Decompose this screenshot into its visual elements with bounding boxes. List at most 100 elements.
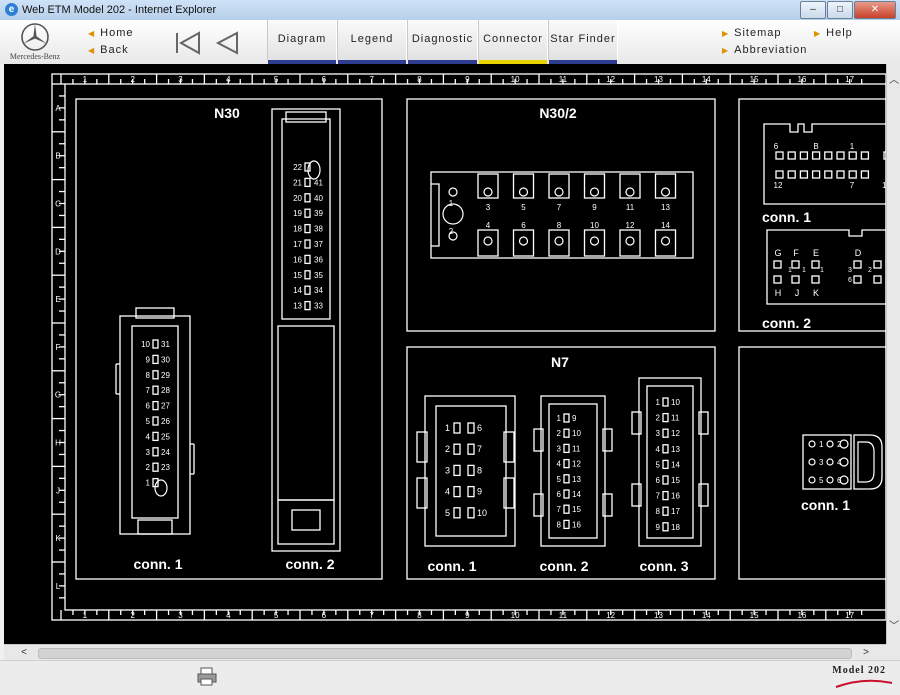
scroll-left-icon[interactable]: < — [16, 646, 32, 660]
first-page-icon[interactable] — [174, 31, 202, 55]
pin-label: 4 — [557, 460, 562, 469]
connector-tab — [137, 519, 173, 535]
pin-hole — [808, 440, 816, 448]
pin-label: 22 — [293, 163, 302, 172]
pin-label: B — [813, 142, 818, 151]
help-link[interactable]: ▶ Help — [814, 27, 853, 39]
scroll-up-icon[interactable]: ︿ — [887, 74, 900, 88]
pin-label: 3 — [848, 267, 852, 274]
tab-legend[interactable]: Legend — [337, 20, 407, 64]
pin-socket — [860, 151, 870, 160]
pin-label: 11 — [572, 444, 581, 453]
pin-label: 15 — [572, 505, 581, 514]
back-link[interactable]: ◀ Back — [88, 44, 129, 56]
pin-socket — [453, 422, 461, 434]
pin-socket — [152, 431, 159, 442]
connector-label: conn. 2 — [762, 315, 811, 331]
pin-socket — [304, 223, 311, 234]
pin-cavity — [548, 173, 570, 199]
connector-outline — [763, 123, 886, 136]
pin-label: 6 — [521, 221, 526, 230]
pin-label: 14 — [572, 490, 581, 499]
pin-socket — [662, 412, 669, 423]
pin-socket — [775, 170, 784, 179]
tab-connector[interactable]: Connector — [478, 20, 548, 64]
pin-label: 30 — [161, 355, 170, 364]
pin-socket — [848, 151, 857, 160]
horizontal-scroll-thumb[interactable] — [38, 648, 852, 659]
close-button[interactable]: ✕ — [854, 1, 896, 19]
pin-label: 7 — [656, 492, 661, 501]
coding-key — [154, 479, 168, 497]
window-title: Web ETM Model 202 - Internet Explorer — [22, 4, 217, 16]
pin-socket — [453, 443, 461, 455]
pin-label: 9 — [572, 414, 577, 423]
pin-socket — [304, 239, 311, 249]
bottom-bar: Model 202 — [0, 660, 900, 695]
pin-socket — [853, 260, 862, 269]
pin-label: 3 — [557, 444, 562, 453]
pin-socket — [662, 475, 669, 485]
scroll-down-icon[interactable]: ﹀ — [887, 620, 900, 634]
pin-label: 7 — [557, 505, 562, 514]
maximize-button[interactable]: □ — [827, 1, 853, 19]
previous-page-icon[interactable] — [214, 31, 240, 55]
pin-label: 8 — [656, 507, 661, 516]
pin-label: H — [775, 288, 782, 298]
pin-label: 4 — [146, 432, 151, 441]
tab-diagnostic[interactable]: Diagnostic — [407, 20, 478, 64]
pin-socket — [467, 507, 475, 519]
pin-label: 1 — [146, 479, 151, 488]
connector-label: conn. 2 — [285, 556, 334, 572]
tab-star-finder[interactable]: Star Finder — [548, 20, 618, 64]
pin-label: 5 — [557, 475, 562, 484]
pin-hole — [625, 236, 635, 246]
pin-socket — [304, 270, 311, 280]
pin-label: F — [793, 248, 799, 258]
vertical-scrollbar[interactable]: ︿ ﹀ — [886, 64, 900, 644]
sitemap-link[interactable]: ▶ Sitemap — [722, 27, 782, 39]
abbreviation-link[interactable]: ▶ Abbreviation — [722, 44, 807, 56]
horizontal-scrollbar[interactable]: < > — [4, 644, 886, 661]
minimize-button[interactable]: – — [800, 1, 826, 19]
pin-hole — [808, 458, 816, 466]
connector-label: conn. 2 — [539, 558, 588, 574]
pin-hole — [554, 236, 564, 246]
connector-drawing-area[interactable]: 1122334455667788991010111112121313141415… — [4, 64, 886, 644]
connector-label: conn. 1 — [801, 497, 850, 513]
pin-label: 5 — [146, 417, 151, 426]
pin-label: 34 — [314, 286, 323, 295]
connector-outline — [766, 229, 886, 242]
pin-label: 3 — [486, 203, 491, 212]
connector-base — [277, 499, 335, 545]
connector-inner — [548, 403, 598, 539]
window-controls: – □ ✕ — [799, 1, 896, 19]
pin-label: 7 — [850, 181, 855, 190]
pin-hole — [518, 187, 529, 197]
print-icon[interactable] — [196, 667, 218, 687]
pin-label: 16 — [293, 255, 302, 264]
pin-cavity — [583, 229, 606, 257]
pin-label: 9 — [656, 523, 661, 532]
panel-right-bottom: conn. 11 23 45 6 — [738, 346, 886, 580]
pin-label: 20 — [293, 194, 302, 203]
pin-socket — [152, 400, 159, 411]
pin-socket — [860, 170, 870, 179]
pin-label: 17 — [671, 507, 680, 516]
pin-label: 8 — [557, 221, 562, 230]
orange-arrow-icon: ◀ — [88, 46, 96, 55]
panel-border — [406, 346, 716, 580]
tab-diagram[interactable]: Diagram — [267, 20, 337, 64]
pin-socket — [773, 260, 782, 269]
scroll-right-icon[interactable]: > — [858, 646, 874, 660]
pin-socket — [811, 170, 821, 179]
pin-socket — [824, 170, 833, 179]
pin-hole — [483, 236, 493, 246]
pin-socket — [152, 385, 159, 395]
pin-label: 7 — [146, 386, 151, 395]
pin-label: 6 — [146, 402, 151, 411]
connector-inner — [646, 385, 694, 539]
home-link[interactable]: ◀ Home — [88, 27, 134, 39]
panel-right-top: conn. 1conn. 26 B 112 7 1G F E D1 1 1 3 26H J K — [738, 98, 886, 332]
panel-title: N7 — [551, 354, 569, 370]
